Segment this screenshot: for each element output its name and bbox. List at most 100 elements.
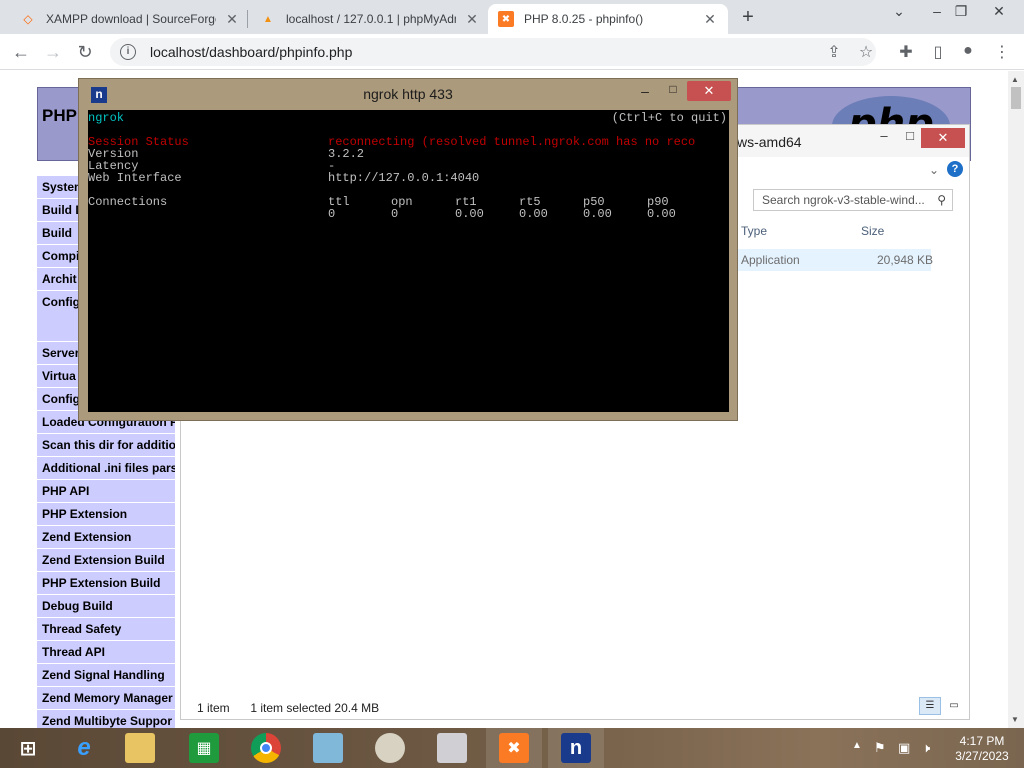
clock-time: 4:17 PM [959,734,1005,748]
tab-search-icon[interactable]: ⌄ [884,3,914,20]
forward-icon[interactable]: → [40,40,66,64]
selection-info: 1 item selected 20.4 MB [250,701,380,715]
connections-value: 0.00 [519,207,548,221]
site-info-icon[interactable]: i [120,44,136,60]
info-label-row: Debug Build [37,595,175,618]
xampp-icon: ✖ [498,11,514,27]
tab-title: XAMPP download | SourceForge [46,12,216,26]
taskbar-store[interactable]: ▦ [176,728,232,768]
close-tab-icon[interactable]: ✕ [464,11,480,28]
volume-muted-icon[interactable]: 🕨 [922,740,930,756]
start-button[interactable]: ⊞ [0,728,56,768]
start-icon: ⊞ [19,737,37,760]
menu-icon[interactable]: ⋮ [992,42,1012,62]
taskbar-monitor[interactable] [424,728,480,768]
details-view-icon[interactable]: ☰ [919,697,941,715]
connections-value: 0.00 [647,207,676,221]
connections-value: 0 [328,207,336,221]
page-scrollbar[interactable]: ▲ ▼ [1008,71,1024,728]
file-explorer-icon [125,733,155,763]
phpmyadmin-icon: ▲ [263,13,273,25]
minimize-icon[interactable]: – [635,83,655,99]
column-type[interactable]: Type [741,224,767,238]
close-tab-icon[interactable]: ✕ [702,11,718,28]
tab-phpmyadmin[interactable]: ▲ localhost / 127.0.0.1 | phpMyAdm ✕ [250,4,490,34]
side-panel-icon[interactable]: ▯ [928,42,948,62]
search-icon[interactable]: ⚲ [937,190,946,210]
search-input[interactable]: Search ngrok-v3-stable-wind... ⚲ [753,189,953,211]
info-label-row: Thread Safety [37,618,175,641]
taskbar: ⊞ e ▦ ✖ n ▲ ⚑ ▣ 🕨 4:17 PM 3/27/2023 [0,728,1024,768]
close-icon[interactable]: ✕ [687,81,731,101]
ngrok-brand: ngrok [88,111,125,125]
scroll-down-icon[interactable]: ▼ [1011,715,1019,724]
chrome-icon [251,733,281,763]
scroll-up-icon[interactable]: ▲ [1011,75,1019,84]
file-type: Application [741,253,800,267]
extensions-icon[interactable]: ✚ [896,42,916,62]
info-label-row: Zend Memory Manager [37,687,175,710]
taskbar-file-explorer[interactable] [112,728,168,768]
tab-separator [247,10,248,28]
quit-hint: (Ctrl+C to quit) [611,111,727,125]
tab-sourceforge[interactable]: ◇ XAMPP download | SourceForge ✕ [10,4,250,34]
notepad-icon [313,733,343,763]
info-label-row: Zend Multibyte Suppor [37,710,175,728]
column-size[interactable]: Size [861,224,884,238]
taskbar-paint[interactable] [362,728,418,768]
file-size: 20,948 KB [877,253,934,267]
chevron-down-icon[interactable]: ⌄ [929,163,939,177]
info-label-row: PHP Extension Build [37,572,175,595]
xampp-icon: ✖ [499,733,529,763]
connections-label: Connections [88,195,168,209]
taskbar-ngrok[interactable]: n [548,728,604,768]
bookmark-star-icon[interactable]: ☆ [856,42,876,62]
info-label-row: Additional .ini files pars [37,457,175,480]
show-hidden-icons-icon[interactable]: ▲ [852,740,862,751]
ngrok-console-window: n ngrok http 433 – □ ✕ ngrok (Ctrl+C to … [78,78,738,421]
tab-title: localhost / 127.0.0.1 | phpMyAdm [286,12,456,26]
new-tab-button[interactable]: + [738,6,758,29]
maximize-icon[interactable]: □ [897,128,923,150]
sourceforge-icon: ◇ [23,12,33,26]
maximize-icon[interactable]: □ [663,82,683,96]
close-window-icon[interactable]: ✕ [984,3,1014,20]
back-icon[interactable]: ← [8,40,34,64]
address-bar[interactable]: i localhost/dashboard/phpinfo.php [110,38,876,66]
network-icon[interactable]: ▣ [898,740,910,756]
taskbar-notepad[interactable] [300,728,356,768]
session-status-value: reconnecting (resolved tunnel.ngrok.com … [328,135,696,149]
phpinfo-heading: PHP [42,106,77,125]
taskbar-xampp[interactable]: ✖ [486,728,542,768]
reload-icon[interactable]: ↻ [72,40,98,64]
url-text[interactable]: localhost/dashboard/phpinfo.php [150,44,352,60]
paint-icon [375,733,405,763]
restore-icon[interactable]: ❐ [946,3,976,20]
taskbar-internet-explorer[interactable]: e [56,728,112,768]
system-clock[interactable]: 4:17 PM 3/27/2023 [952,734,1012,764]
clock-date: 3/27/2023 [955,749,1009,763]
profile-avatar-icon[interactable]: ● [958,42,978,60]
share-icon[interactable]: ⇪ [824,42,844,62]
console-output: ngrok (Ctrl+C to quit) Session Status re… [88,110,729,412]
web-interface-value: http://127.0.0.1:4040 [328,171,480,185]
close-icon[interactable]: ✕ [921,128,965,148]
help-icon[interactable]: ? [947,161,963,177]
scroll-thumb[interactable] [1011,87,1021,109]
internet-explorer-icon: e [77,734,91,761]
info-label-row: Thread API [37,641,175,664]
tab-phpinfo[interactable]: ✖ PHP 8.0.25 - phpinfo() ✕ [488,4,728,34]
tab-title: PHP 8.0.25 - phpinfo() [524,12,644,26]
info-label-row: Zend Extension [37,526,175,549]
close-tab-icon[interactable]: ✕ [224,11,240,28]
status-bar: 1 item 1 item selected 20.4 MB [197,701,379,715]
tab-strip: ◇ XAMPP download | SourceForge ✕ ▲ local… [0,0,1024,34]
connections-value: 0.00 [583,207,612,221]
large-icons-view-icon[interactable]: ▭ [943,697,965,715]
flag-icon[interactable]: ⚑ [874,740,886,756]
store-icon: ▦ [189,733,219,763]
taskbar-chrome[interactable] [238,728,294,768]
console-titlebar: n ngrok http 433 – □ ✕ [79,79,737,109]
web-interface-label: Web Interface [88,171,182,185]
minimize-icon[interactable]: – [871,128,897,150]
